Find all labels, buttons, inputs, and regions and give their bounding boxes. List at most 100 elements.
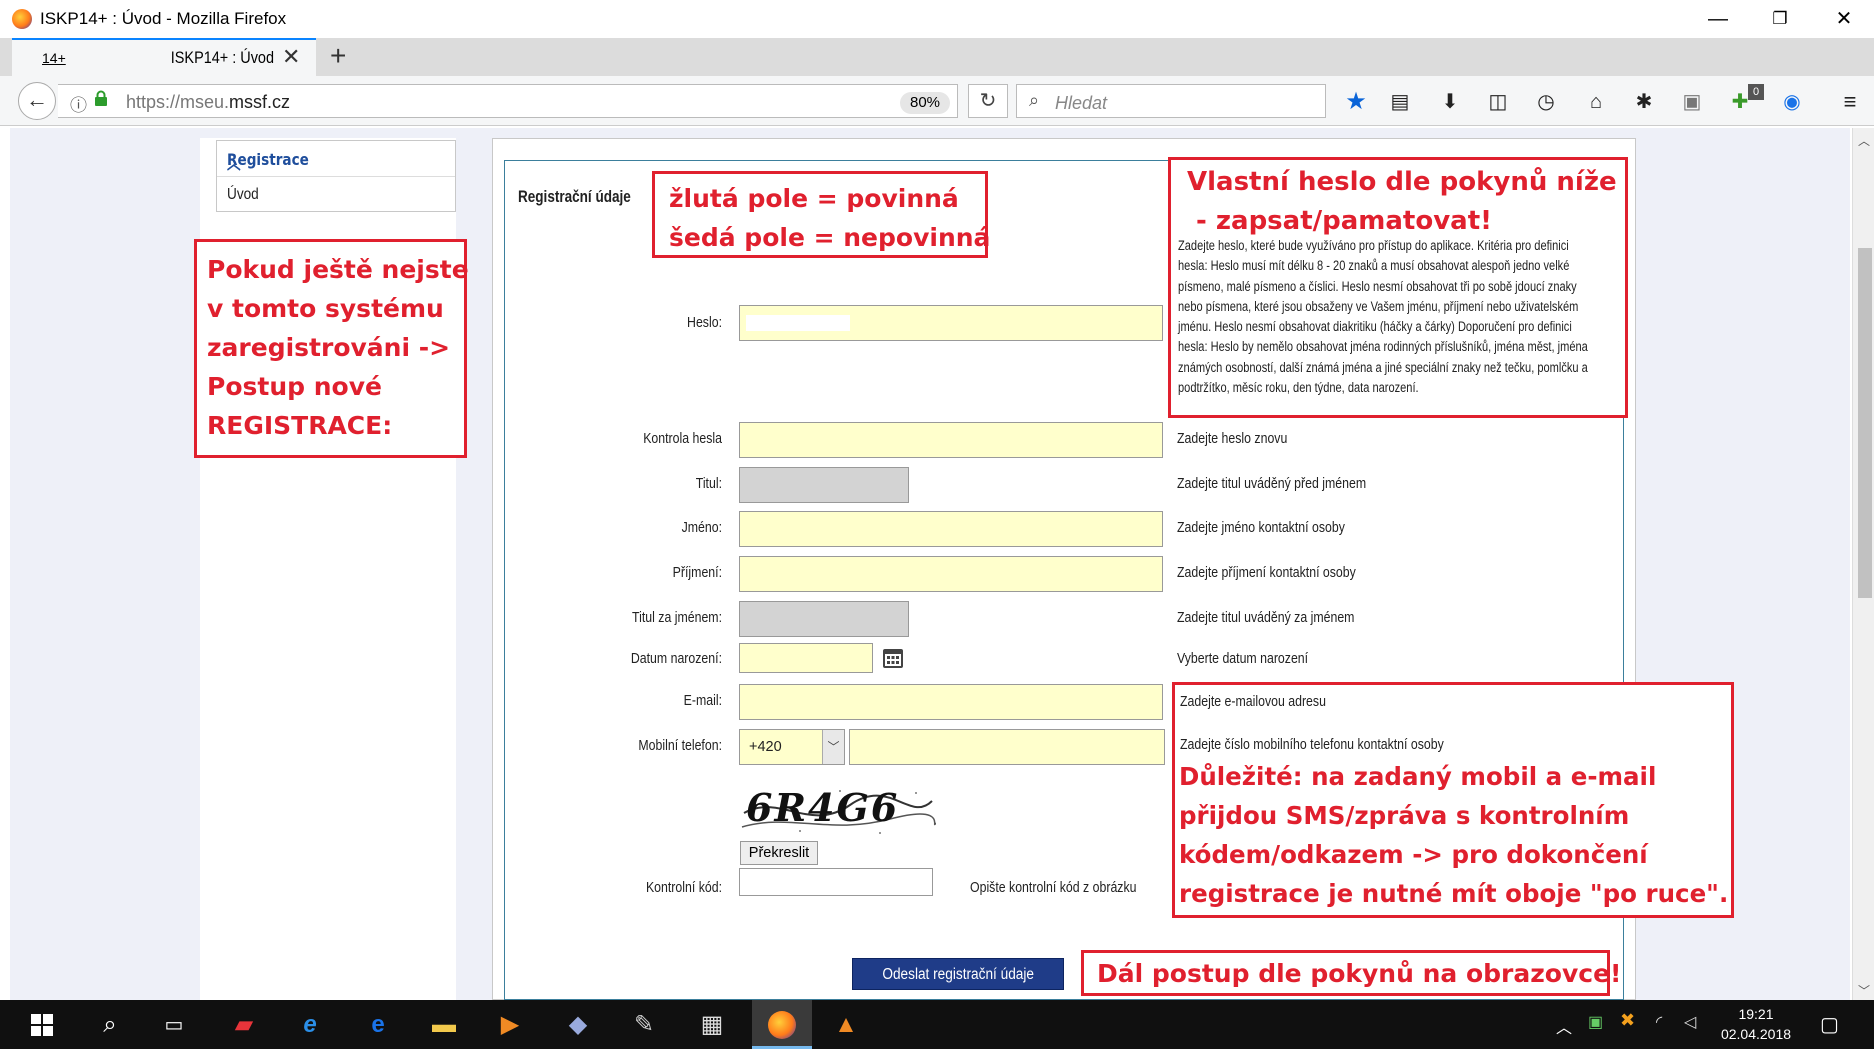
sync-icon[interactable]: ◉ <box>1776 88 1808 116</box>
home-icon[interactable]: ⌂ <box>1580 88 1612 116</box>
paint-icon[interactable]: ✎ <box>626 1008 662 1042</box>
settings-gear-icon[interactable]: ✱ <box>1628 88 1660 116</box>
email-input[interactable] <box>739 684 1163 720</box>
password-rules-text: Zadejte heslo, které bude využíváno pro … <box>1178 238 1588 396</box>
download-icon[interactable]: ⬇ <box>1434 88 1466 116</box>
mobile-prefix-value: +420 <box>749 739 782 755</box>
mobile-number-input[interactable] <box>849 729 1165 765</box>
control-code-input[interactable] <box>739 868 933 896</box>
important-note: Zadejte e-mailovou adresu Zadejte číslo … <box>1172 682 1734 918</box>
url-bar[interactable]: ⓘ https://mseu.mssf.cz <box>58 84 958 118</box>
menu-hamburger-icon[interactable]: ≡ <box>1834 88 1866 116</box>
first-name-input[interactable] <box>739 511 1163 547</box>
bookmark-star-icon[interactable]: ★ <box>1340 88 1372 116</box>
captcha-text: 6R4G6 <box>746 785 900 830</box>
first-name-help: Zadejte jméno kontaktní osoby <box>1177 520 1345 536</box>
title-before-input[interactable] <box>739 467 909 503</box>
password-check-input[interactable] <box>739 422 1163 458</box>
title-after-input[interactable] <box>739 601 909 637</box>
reading-list-icon[interactable]: ▤ <box>1384 88 1416 116</box>
last-name-label: Příjmení: <box>672 565 722 581</box>
firefox-taskbar-icon <box>768 1011 796 1039</box>
window-titlebar: ISKP14+ : Úvod - Mozilla Firefox — ❐ ✕ <box>0 0 1874 38</box>
control-code-label: Kontrolní kód: <box>645 880 722 896</box>
clock-date: 02.04.2018 <box>1720 1026 1792 1042</box>
next-steps-text: Dál postup dle pokynů na obrazovce! <box>1097 959 1622 988</box>
important-note-line: kódem/odkazem -> pro dokončení <box>1179 840 1648 869</box>
last-name-input[interactable] <box>739 556 1163 592</box>
task-view-icon[interactable]: ▭ <box>156 1008 192 1042</box>
windows-start-icon[interactable] <box>24 1008 60 1042</box>
app-blue-icon[interactable]: ◆ <box>560 1008 596 1042</box>
title-after-help: Zadejte titul uváděný za jménem <box>1177 610 1355 626</box>
redraw-captcha-button[interactable]: Překreslit <box>740 841 818 865</box>
registration-note-line: REGISTRACE: <box>207 411 393 440</box>
taskbar-search-icon[interactable]: ⌕ <box>92 1008 128 1042</box>
info-icon[interactable]: ⓘ <box>70 91 87 116</box>
back-button[interactable]: ← <box>18 82 56 120</box>
vertical-scrollbar[interactable]: ︿ ﹀ <box>1852 128 1874 1000</box>
tab-close-icon[interactable]: ✕ <box>282 44 300 70</box>
important-note-line: přijdou SMS/zpráva s kontrolním <box>1179 801 1630 830</box>
chevron-up-icon[interactable]: ︿ <box>227 150 241 174</box>
chevron-down-icon[interactable]: ﹀ <box>822 730 844 764</box>
new-tab-button[interactable]: + <box>330 40 346 72</box>
history-icon[interactable]: ◷ <box>1530 88 1562 116</box>
registration-note-line: Postup nové <box>207 372 382 401</box>
birth-date-input[interactable] <box>739 643 873 673</box>
wifi-icon[interactable]: ◜ <box>1656 1012 1662 1032</box>
birth-date-help: Vyberte datum narození <box>1177 651 1309 667</box>
registration-note-line: zaregistrováni -> <box>207 333 451 362</box>
reload-button[interactable]: ↻ <box>968 84 1008 118</box>
internet-explorer-icon[interactable]: e <box>292 1008 328 1042</box>
close-window-button[interactable]: ✕ <box>1816 0 1872 38</box>
zoom-indicator[interactable]: 80% <box>900 92 950 114</box>
tray-chevron-up-icon[interactable]: ︿ <box>1556 1014 1572 1038</box>
clock-time: 19:21 <box>1738 1006 1774 1022</box>
sidebar-item-uvod[interactable]: Úvod <box>227 186 259 204</box>
scroll-up-icon[interactable]: ︿ <box>1858 132 1870 149</box>
email-help: Zadejte e-mailovou adresu <box>1180 694 1326 710</box>
search-icon: ⌕ <box>1029 90 1040 110</box>
app-red-icon[interactable]: ▰ <box>226 1008 262 1042</box>
control-code-help: Opište kontrolní kód z obrázku <box>970 880 1137 896</box>
scroll-down-icon[interactable]: ﹀ <box>1858 982 1870 999</box>
title-before-help: Zadejte titul uváděný před jménem <box>1177 476 1367 492</box>
volume-icon[interactable]: ◁ <box>1684 1012 1696 1032</box>
firefox-taskbar-button[interactable] <box>752 1000 812 1049</box>
captcha-image: 6R4G6 <box>740 783 936 839</box>
search-placeholder: Hledat <box>1055 93 1108 113</box>
tab-label: ISKP14+ : Úvod <box>170 48 274 67</box>
password-heading-line1: Vlastní heslo dle pokynů níže <box>1187 167 1617 197</box>
sidebar-toggle-icon[interactable]: ◫ <box>1482 88 1514 116</box>
title-before-label: Titul: <box>695 476 722 492</box>
mobile-prefix-select[interactable]: +420 ﹀ <box>739 729 845 765</box>
registration-note: Pokud ještě nejste v tomto systému zareg… <box>194 239 469 458</box>
tab-iskp[interactable]: 14+ ISKP14+ : Úvod ✕ <box>12 38 316 76</box>
next-steps-note: Dál postup dle pokynů na obrazovce! <box>1081 950 1621 996</box>
legend-optional: šedá pole = nepovinná <box>669 223 991 252</box>
calendar-icon[interactable] <box>882 647 904 669</box>
shopping-bag-icon[interactable]: ▣ <box>1676 88 1708 116</box>
first-name-label: Jméno: <box>681 520 722 536</box>
search-input[interactable]: ⌕ Hledat <box>1016 84 1326 118</box>
submit-label: Odeslat registrační údaje <box>882 966 1034 983</box>
file-explorer-icon[interactable]: ▬ <box>426 1008 462 1042</box>
submit-registration-button[interactable]: Odeslat registrační údaje <box>852 958 1064 990</box>
taskbar-clock[interactable]: 19:21 02.04.2018 <box>1716 1004 1796 1044</box>
restore-button[interactable]: ❐ <box>1752 0 1808 38</box>
notification-center-icon[interactable]: ▢ <box>1820 1012 1839 1037</box>
scrollbar-thumb[interactable] <box>1858 248 1872 598</box>
sidebar-menu: Registrace ︿ Úvod <box>216 140 456 212</box>
media-player-icon[interactable]: ▶ <box>492 1008 528 1042</box>
edge-icon[interactable]: e <box>360 1008 396 1042</box>
minimize-button[interactable]: — <box>1690 0 1746 38</box>
calculator-icon[interactable]: ▦ <box>694 1008 730 1042</box>
vlc-icon[interactable]: ▲ <box>828 1008 864 1042</box>
important-note-line: Důležité: na zadaný mobil a e-mail <box>1179 762 1657 791</box>
tray-app-icon[interactable]: ✖ <box>1620 1010 1635 1031</box>
tab-favicon-icon: 14+ <box>42 50 66 66</box>
sidebar-header[interactable]: Registrace ︿ <box>217 141 455 177</box>
password-input[interactable] <box>739 305 1163 341</box>
tray-network-app-icon[interactable]: ▣ <box>1588 1012 1603 1032</box>
